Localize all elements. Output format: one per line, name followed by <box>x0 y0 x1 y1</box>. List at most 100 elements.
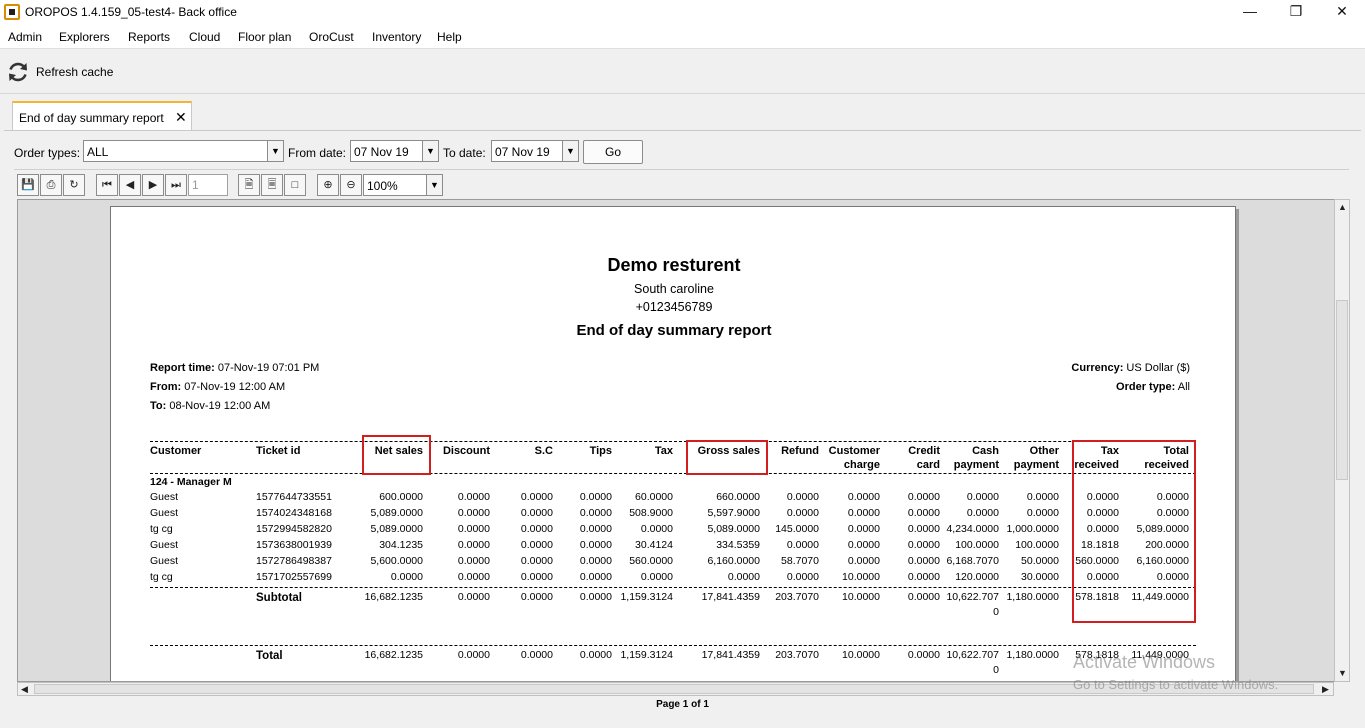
refresh-cache-label: Refresh cache <box>36 65 114 79</box>
save-icon[interactable]: 💾 <box>17 174 39 196</box>
row-other: 100.0000 <box>1015 539 1059 551</box>
net-sales-highlight <box>362 435 431 475</box>
row-tips: 0.0000 <box>579 523 612 535</box>
row-ticket-id: 1572994582820 <box>256 523 332 535</box>
received-columns-highlight <box>1072 440 1196 623</box>
subtotal-gross: 17,841.4359 <box>701 591 760 603</box>
subtotal-net: 16,682.1235 <box>364 591 423 603</box>
menu-floor-plan[interactable]: Floor plan <box>238 30 291 44</box>
subtotal-discount: 0.0000 <box>457 591 490 603</box>
zoom-in-icon[interactable]: ⊕ <box>317 174 339 196</box>
scroll-up-icon[interactable]: ▲ <box>1338 202 1347 212</box>
chevron-down-icon[interactable]: ▼ <box>426 175 442 195</box>
col-other-payment: Other payment <box>1013 445 1059 471</box>
row-ticket-id: 1577644733551 <box>256 491 332 503</box>
row-cust-charge: 0.0000 <box>847 491 880 503</box>
total-cust-charge: 10.0000 <box>842 649 880 661</box>
scroll-right-icon[interactable]: ▶ <box>1322 684 1329 695</box>
scroll-left-icon[interactable]: ◀ <box>21 684 28 695</box>
vertical-scrollbar[interactable]: ▲ ▼ <box>1334 199 1350 682</box>
previous-page-icon[interactable]: ◀ <box>119 174 141 196</box>
page-number-input[interactable]: 1 <box>188 174 228 196</box>
subtotal-sc: 0.0000 <box>520 591 553 603</box>
total-cash-wrap: 0 <box>993 664 999 676</box>
maximize-icon[interactable]: ❐ <box>1273 0 1319 24</box>
chevron-down-icon[interactable]: ▼ <box>562 141 578 161</box>
fit-page-icon[interactable]: 🗏 <box>261 174 283 196</box>
menu-cloud[interactable]: Cloud <box>189 30 220 44</box>
row-gross: 0.0000 <box>727 571 760 583</box>
reload-icon[interactable]: ↻ <box>63 174 85 196</box>
gross-sales-highlight <box>686 440 768 475</box>
from-date-picker[interactable]: 07 Nov 19 ▼ <box>350 140 439 162</box>
actual-size-icon[interactable]: 🗎 <box>238 174 260 196</box>
print-icon[interactable]: ⎙ <box>40 174 62 196</box>
col-refund: Refund <box>781 445 819 457</box>
minimize-icon[interactable]: — <box>1227 0 1273 24</box>
menu-inventory[interactable]: Inventory <box>372 30 421 44</box>
row-credit: 0.0000 <box>907 539 940 551</box>
zoom-select[interactable]: 100% ▼ <box>363 174 443 196</box>
row-gross: 5,597.9000 <box>707 507 760 519</box>
report-viewport[interactable]: Demo resturent South caroline +012345678… <box>17 199 1350 682</box>
row-net: 5,089.0000 <box>370 523 423 535</box>
order-types-value: ALL <box>87 145 109 159</box>
menu-orocust[interactable]: OroCust <box>309 30 354 44</box>
group-header: 124 - Manager M <box>150 476 232 488</box>
row-ticket-id: 1574024348168 <box>256 507 332 519</box>
row-credit: 0.0000 <box>907 491 940 503</box>
refresh-cache-button[interactable]: Refresh cache <box>6 59 113 85</box>
dashed-rule <box>150 587 1196 588</box>
col-discount: Discount <box>442 445 490 457</box>
total-tax: 1,159.3124 <box>620 649 673 661</box>
total-discount: 0.0000 <box>457 649 490 661</box>
subtotal-cash: 10,622.707 <box>946 591 999 603</box>
menu-bar: Admin Explorers Reports Cloud Floor plan… <box>0 24 1365 48</box>
row-tips: 0.0000 <box>579 571 612 583</box>
last-page-icon[interactable]: ⏭ <box>165 174 187 196</box>
subtotal-tax: 1,159.3124 <box>620 591 673 603</box>
row-discount: 0.0000 <box>457 539 490 551</box>
zoom-out-icon[interactable]: ⊖ <box>340 174 362 196</box>
menu-help[interactable]: Help <box>437 30 462 44</box>
row-discount: 0.0000 <box>457 523 490 535</box>
activation-watermark-sub: Go to Settings to activate Windows. <box>1073 677 1279 692</box>
tab-close-icon[interactable]: ✕ <box>175 109 187 126</box>
menu-explorers[interactable]: Explorers <box>59 30 110 44</box>
order-types-select[interactable]: ALL ▼ <box>83 140 284 162</box>
chevron-down-icon[interactable]: ▼ <box>267 141 283 161</box>
row-refund: 0.0000 <box>786 539 819 551</box>
row-discount: 0.0000 <box>457 571 490 583</box>
dashed-rule <box>150 645 1196 646</box>
menu-reports[interactable]: Reports <box>128 30 170 44</box>
go-button[interactable]: Go <box>583 140 643 164</box>
first-page-icon[interactable]: ⏮ <box>96 174 118 196</box>
main-toolbar: Refresh cache <box>0 48 1365 94</box>
row-sc: 0.0000 <box>520 539 553 551</box>
col-sc: S.C <box>534 445 553 457</box>
row-net: 5,600.0000 <box>370 555 423 567</box>
to-date-picker[interactable]: 07 Nov 19 ▼ <box>491 140 579 162</box>
report-to: To: 08-Nov-19 12:00 AM <box>150 400 271 412</box>
col-tips: Tips <box>589 445 612 457</box>
row-refund: 0.0000 <box>786 507 819 519</box>
next-page-icon[interactable]: ▶ <box>142 174 164 196</box>
divider <box>14 169 1349 170</box>
restaurant-address: South caroline <box>634 282 714 296</box>
row-net: 304.1235 <box>379 539 423 551</box>
row-customer: tg cg <box>150 571 173 583</box>
scroll-down-icon[interactable]: ▼ <box>1338 668 1347 678</box>
row-refund: 0.0000 <box>786 491 819 503</box>
scroll-thumb[interactable] <box>1336 300 1348 480</box>
tab-end-of-day-summary[interactable]: End of day summary report ✕ <box>12 101 192 131</box>
menu-admin[interactable]: Admin <box>8 30 42 44</box>
row-discount: 0.0000 <box>457 555 490 567</box>
col-tax: Tax <box>654 445 673 457</box>
fit-width-icon[interactable]: □ <box>284 174 306 196</box>
row-tax: 508.9000 <box>629 507 673 519</box>
chevron-down-icon[interactable]: ▼ <box>422 141 438 161</box>
row-gross: 660.0000 <box>716 491 760 503</box>
row-cash: 120.0000 <box>955 571 999 583</box>
row-ticket-id: 1572786498387 <box>256 555 332 567</box>
close-window-icon[interactable]: ✕ <box>1319 0 1365 24</box>
